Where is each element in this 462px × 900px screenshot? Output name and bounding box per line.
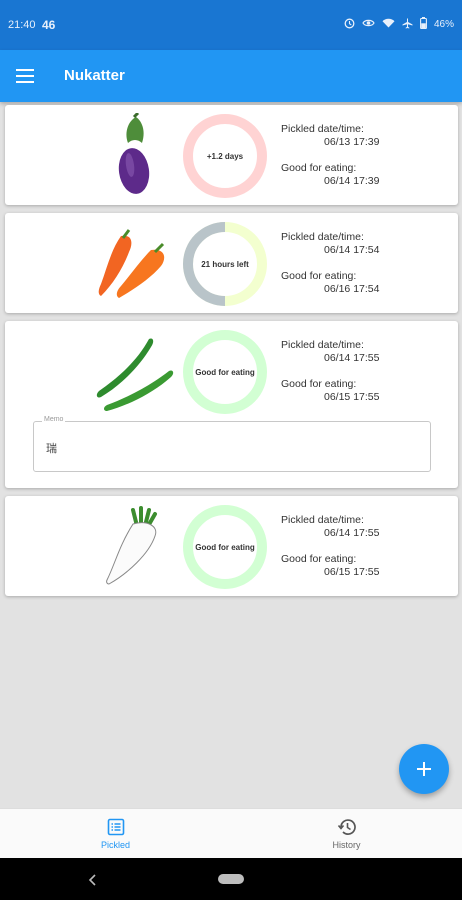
status-ring: 21 hours left <box>181 220 269 308</box>
eye-icon <box>362 18 375 31</box>
status-icons: 46% <box>344 17 454 32</box>
status-ring: Good for eating <box>181 328 269 416</box>
pickled-value: 06/13 17:39 <box>324 136 380 148</box>
ring-label: 21 hours left <box>201 259 249 269</box>
ring-label: Good for eating <box>195 542 255 552</box>
nav-label-history: History <box>332 840 361 850</box>
system-nav-bar <box>0 858 462 900</box>
card-info: Pickled date/time: 06/13 17:39 Good for … <box>281 123 379 188</box>
daikon-icon <box>106 506 157 585</box>
home-pill[interactable] <box>218 874 244 884</box>
good-value: 06/15 17:55 <box>324 391 380 403</box>
pickled-label: Pickled date/time: <box>281 339 364 351</box>
good-value: 06/14 17:39 <box>324 175 380 187</box>
pickle-card[interactable]: Good for eating Pickled date/time: 06/14… <box>5 321 458 488</box>
battery-icon <box>420 17 427 32</box>
status-ring: +1.2 days <box>181 112 269 200</box>
pickle-card[interactable]: Good for eating Pickled date/time: 06/14… <box>5 496 458 596</box>
eggplant-icon <box>118 113 150 194</box>
pickled-value: 06/14 17:55 <box>324 527 380 539</box>
card-info: Pickled date/time: 06/14 17:55 Good for … <box>281 339 379 404</box>
status-ring: Good for eating <box>181 503 269 591</box>
nav-item-history[interactable]: History <box>231 809 462 859</box>
add-pickle-button[interactable] <box>399 744 449 794</box>
pickled-label: Pickled date/time: <box>281 514 364 526</box>
status-indicator: 46 <box>42 18 56 32</box>
pickle-card[interactable]: +1.2 days Pickled date/time: 06/13 17:39… <box>5 105 458 205</box>
status-bar: 21:40 46 46% <box>0 0 462 50</box>
status-time: 21:40 <box>8 19 36 31</box>
memo-field[interactable]: Memo 瑞 <box>33 416 431 472</box>
memo-label: Memo <box>42 416 66 423</box>
good-value: 06/15 17:55 <box>324 566 380 578</box>
green-beans-icon <box>96 338 174 411</box>
battery-percent: 46% <box>433 19 454 30</box>
pickled-label: Pickled date/time: <box>281 231 364 243</box>
pickle-card[interactable]: 21 hours left Pickled date/time: 06/14 1… <box>5 213 458 313</box>
card-info: Pickled date/time: 06/14 17:55 Good for … <box>281 514 379 579</box>
carrot-icon <box>98 229 165 298</box>
pickled-value: 06/14 17:54 <box>324 244 380 256</box>
nav-label-pickled: Pickled <box>100 840 130 850</box>
good-label: Good for eating: <box>281 553 357 565</box>
list-icon <box>107 818 125 836</box>
back-icon[interactable] <box>88 874 98 886</box>
wifi-icon <box>382 18 395 31</box>
pickled-value: 06/14 17:55 <box>324 352 380 364</box>
memo-value: 瑞 <box>46 443 57 455</box>
app-title: Nukatter <box>64 67 125 84</box>
good-label: Good for eating: <box>281 270 357 282</box>
alarm-icon <box>344 18 355 32</box>
good-value: 06/16 17:54 <box>324 283 380 295</box>
app-bar: Nukatter <box>0 50 462 102</box>
bottom-nav: Pickled History <box>0 808 462 859</box>
pickled-label: Pickled date/time: <box>281 123 364 135</box>
good-label: Good for eating: <box>281 378 357 390</box>
menu-icon[interactable] <box>14 66 36 86</box>
ring-label: +1.2 days <box>206 151 244 161</box>
airplane-icon <box>402 18 413 32</box>
good-label: Good for eating: <box>281 162 357 174</box>
card-info: Pickled date/time: 06/14 17:54 Good for … <box>281 231 379 296</box>
history-icon <box>337 819 356 835</box>
nav-item-pickled[interactable]: Pickled <box>0 809 231 859</box>
ring-label: Good for eating <box>195 367 255 377</box>
